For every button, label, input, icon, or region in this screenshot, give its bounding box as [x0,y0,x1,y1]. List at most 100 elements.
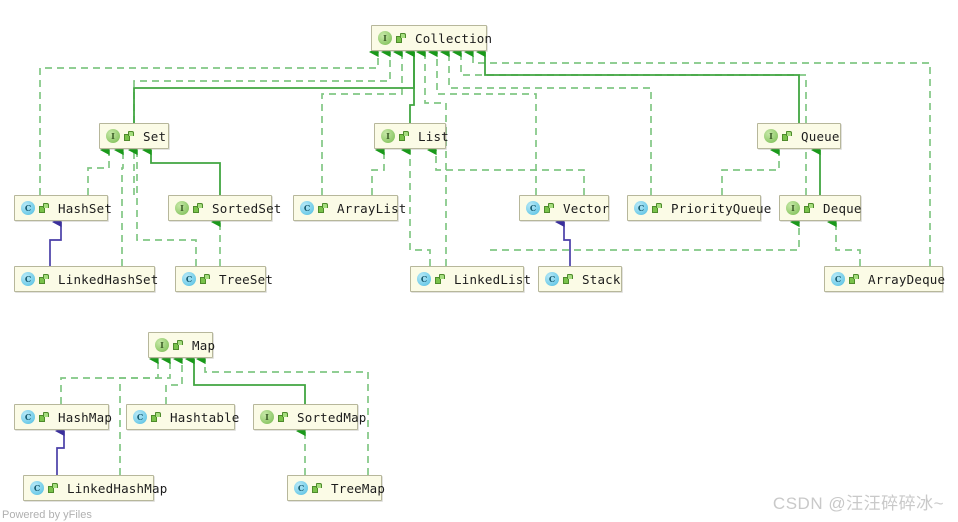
public-visibility-icon [39,411,50,423]
node-label: Collection [415,30,493,46]
edge-vector-list [426,144,585,195]
public-visibility-icon [173,339,184,351]
node-deque[interactable]: I Deque [779,195,861,221]
edge-arraydeque-collection [463,46,931,266]
node-map[interactable]: I Map [148,332,216,358]
interface-icon: I [786,201,800,215]
public-visibility-icon [200,273,211,285]
node-label: HashSet [58,200,113,216]
public-visibility-icon [544,202,555,214]
edge-deque-collection [451,46,807,195]
node-hashmap[interactable]: C HashMap [14,404,113,430]
edge-arraydeque-deque [826,216,861,266]
edge-sortedset-set [141,144,221,195]
edge-arraylist-list [371,144,385,195]
edge-hashmap-map [60,353,159,404]
node-label: ArrayList [337,200,407,216]
node-label: List [418,128,449,144]
public-visibility-icon [804,202,815,214]
node-queue[interactable]: I Queue [757,123,841,149]
node-treeset[interactable]: C TreeSet [175,266,273,292]
class-icon: C [417,272,431,286]
node-sortedmap[interactable]: I SortedMap [253,404,366,430]
edge-linkedhashmap-hashmap [54,425,65,475]
public-visibility-icon [48,482,59,494]
node-collection[interactable]: I Collection [371,25,492,51]
class-icon: C [21,201,35,215]
class-icon: C [182,272,196,286]
public-visibility-icon [849,273,860,285]
node-linkedlist[interactable]: C LinkedList [410,266,531,292]
interface-icon: I [106,129,120,143]
public-visibility-icon [318,202,329,214]
node-label: LinkedHashSet [58,271,159,287]
node-list[interactable]: I List [374,123,449,149]
node-priorityqueue[interactable]: C PriorityQueue [627,195,771,221]
node-set[interactable]: I Set [99,123,169,149]
node-hashset[interactable]: C HashSet [14,195,112,221]
class-icon: C [300,201,314,215]
yfiles-credit: Powered by yFiles [2,509,92,521]
class-icon: C [634,201,648,215]
node-treemap[interactable]: C TreeMap [287,475,386,501]
public-visibility-icon [782,130,793,142]
edge-prioqueue-queue [721,144,780,195]
node-label: TreeSet [219,271,274,287]
public-visibility-icon [312,482,323,494]
node-label: SortedSet [212,200,282,216]
edges-extends-interface [133,46,821,404]
class-icon: C [294,481,308,495]
node-hashtable[interactable]: C Hashtable [126,404,239,430]
edge-sortedset-collection [133,46,391,195]
public-visibility-icon [278,411,289,423]
interface-icon: I [378,31,392,45]
public-visibility-icon [39,202,50,214]
interface-icon: I [381,129,395,143]
public-visibility-icon [399,130,410,142]
public-visibility-icon [563,273,574,285]
class-icon: C [21,272,35,286]
edge-prioqueue-collection [439,46,652,195]
node-label: TreeMap [331,480,386,496]
node-label: Vector [563,200,610,216]
node-linkedhashset[interactable]: C LinkedHashSet [14,266,159,292]
edge-layer [39,46,931,475]
interface-icon: I [175,201,189,215]
class-icon: C [133,410,147,424]
node-label: Set [143,128,167,144]
node-label: Hashtable [170,409,240,425]
class-icon: C [831,272,845,286]
node-sortedset[interactable]: I SortedSet [168,195,281,221]
node-vector[interactable]: C Vector [519,195,609,221]
public-visibility-icon [652,202,663,214]
interface-icon: I [155,338,169,352]
edge-hashtable-map [165,353,183,404]
node-stack[interactable]: C Stack [538,266,622,292]
public-visibility-icon [435,273,446,285]
node-label: Map [192,337,216,353]
public-visibility-icon [39,273,50,285]
node-label: HashMap [58,409,113,425]
interface-icon: I [764,129,778,143]
edge-vector-collection [427,46,537,195]
class-icon: C [526,201,540,215]
edge-set-collection [133,46,415,123]
edge-stack-vector [554,216,571,266]
node-label: LinkedHashMap [67,480,168,496]
class-icon: C [30,481,44,495]
node-linkedhashmap[interactable]: C LinkedHashMap [23,475,167,501]
edge-sortedmap-map [184,353,306,404]
public-visibility-icon [151,411,162,423]
node-label: PriorityQueue [671,200,772,216]
node-arraylist[interactable]: C ArrayList [293,195,406,221]
class-icon: C [21,410,35,424]
node-label: LinkedList [454,271,532,287]
edge-hashset-collection [39,46,379,195]
node-arraydeque[interactable]: C ArrayDeque [824,266,945,292]
edge-hashset-set [87,144,110,195]
edges-extends-class [49,216,571,475]
csdn-watermark: CSDN @汪汪碎碎冰~ [772,494,944,513]
public-visibility-icon [124,130,135,142]
edge-linkedlist-deque [490,216,800,251]
class-icon: C [545,272,559,286]
